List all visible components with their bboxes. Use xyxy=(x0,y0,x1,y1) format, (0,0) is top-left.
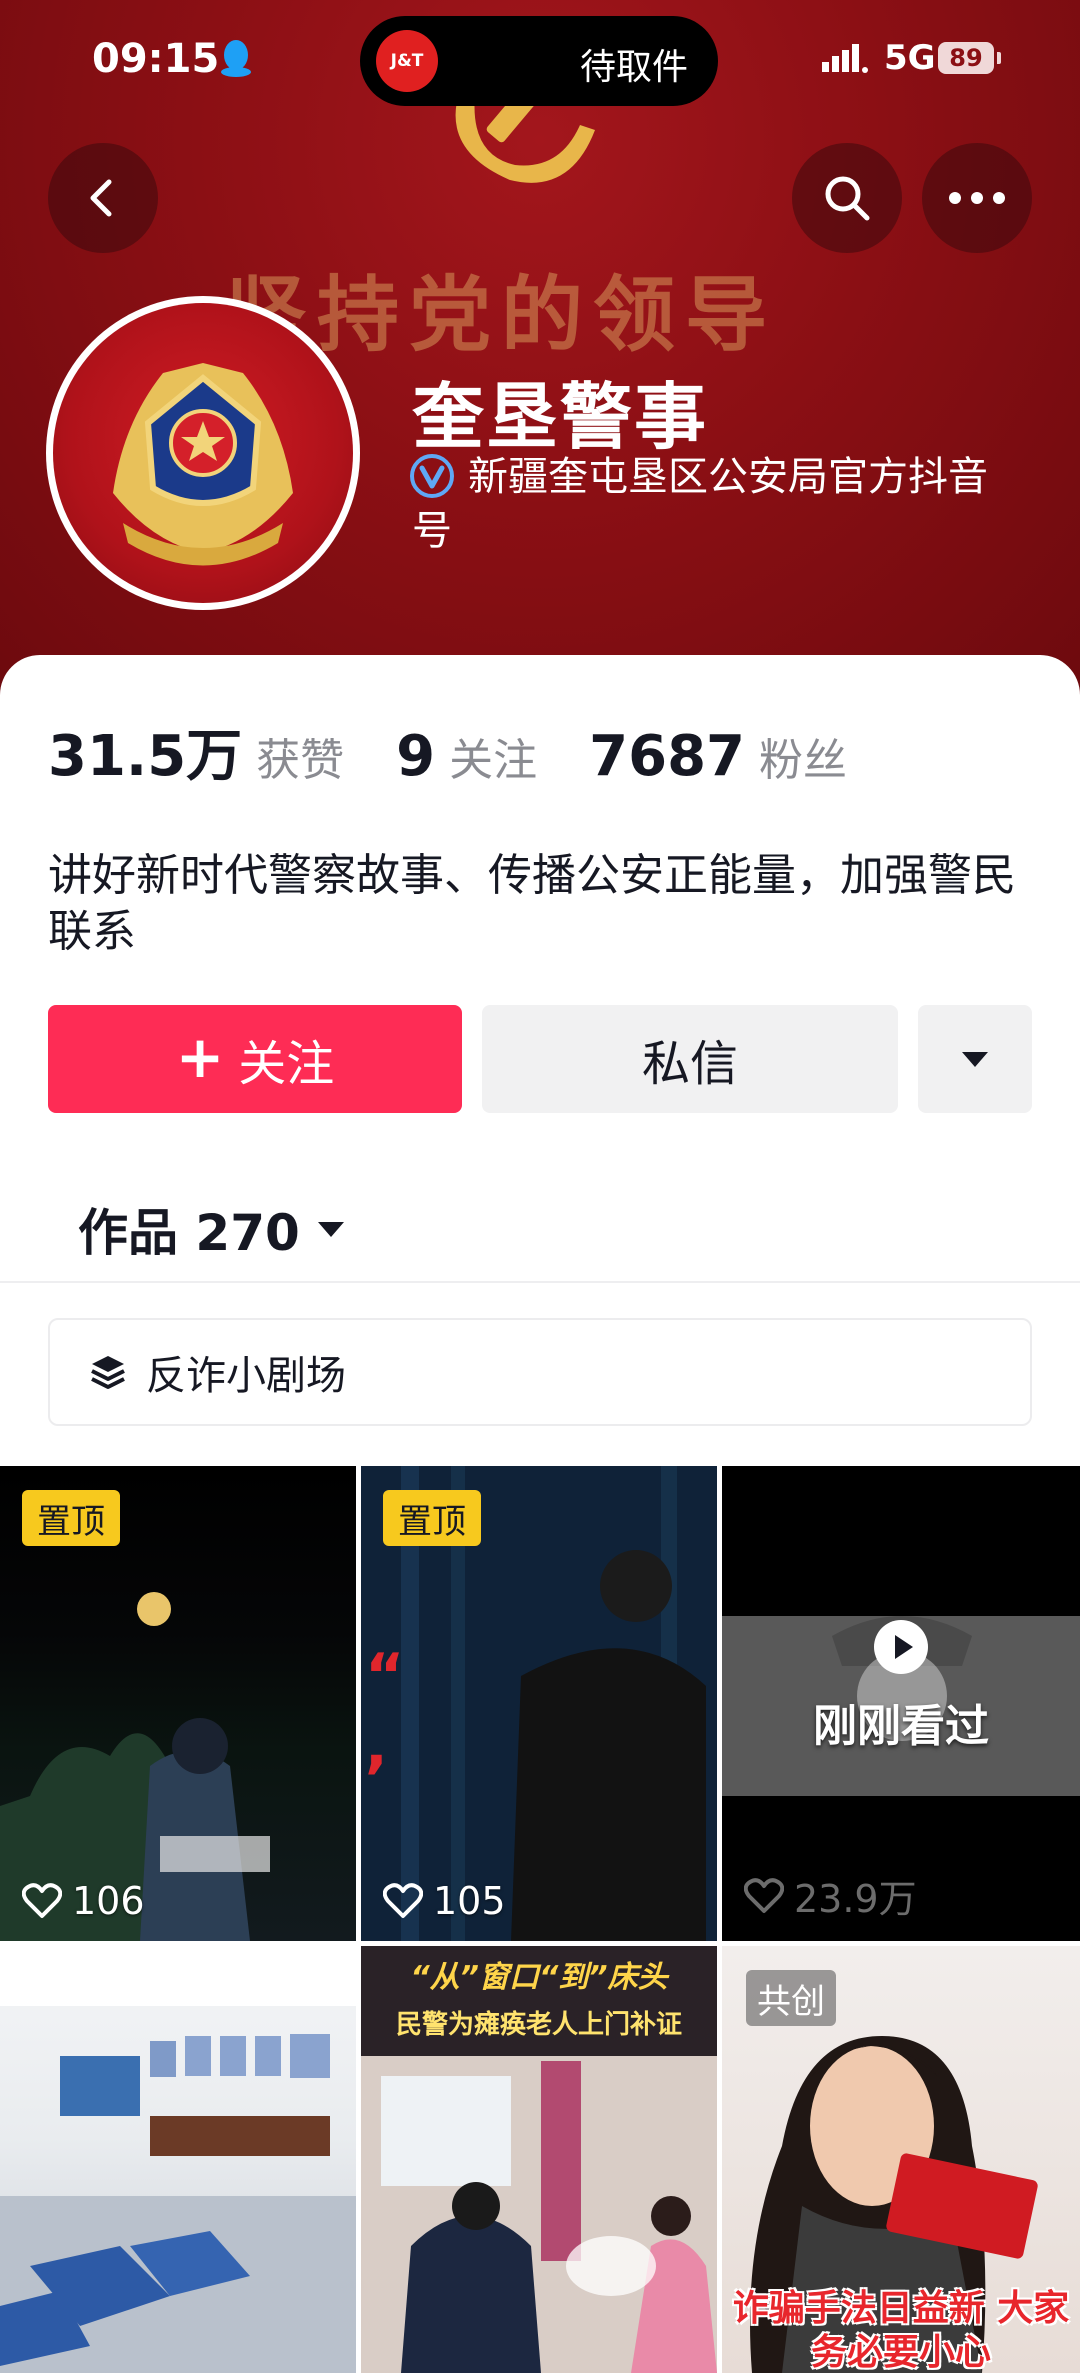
search-icon xyxy=(825,176,870,221)
followers-label[interactable]: 粉丝 xyxy=(759,724,847,788)
collection-entry[interactable]: 反诈小剧场 xyxy=(48,1318,1032,1426)
message-button[interactable]: 私信 xyxy=(482,1005,898,1113)
plus-icon: + xyxy=(175,1023,225,1091)
caret-down-icon xyxy=(962,1052,988,1067)
layers-icon xyxy=(91,1356,125,1389)
back-button[interactable] xyxy=(48,143,158,253)
collection-label: 反诈小剧场 xyxy=(146,1353,346,1399)
caret-down-icon xyxy=(317,1222,344,1237)
recommend-dropdown-button[interactable] xyxy=(918,1005,1032,1113)
co-create-badge: 共创 xyxy=(746,1970,836,2026)
verified-description: 新疆奎屯垦区公安局官方抖音号 xyxy=(412,454,988,554)
just-watched-label: 刚刚看过 xyxy=(813,1701,989,1752)
following-count[interactable]: 9 xyxy=(396,724,435,789)
video-likes: 23.9万 xyxy=(744,1868,917,1923)
following-label[interactable]: 关注 xyxy=(449,724,537,788)
battery-icon: 89 xyxy=(938,42,1001,74)
video-likes-count: 106 xyxy=(72,1879,145,1923)
search-button[interactable] xyxy=(792,143,902,253)
video-tile[interactable]: 共创 诈骗手法日益新 大家务必要小心 xyxy=(722,1946,1080,2373)
pinned-badge: 置顶 xyxy=(383,1490,481,1546)
tab-works[interactable]: 作品 270 xyxy=(78,1193,346,1265)
police-badge-image xyxy=(53,303,353,603)
pinned-badge: 置顶 xyxy=(22,1490,120,1546)
account-name: 奎垦警事 xyxy=(412,375,709,459)
profile-card: 31.5万 获赞 9 关注 7687 粉丝 讲好新时代警察故事、传播公安正能量，… xyxy=(0,655,1080,1465)
more-dots-icon xyxy=(949,192,1005,204)
video-tile[interactable]: “从”窗口“到”床头 民警为瘫痪老人上门补证 xyxy=(361,1946,717,2373)
follow-button[interactable]: + 关注 xyxy=(48,1005,462,1113)
video-caption: 诈骗手法日益新 大家务必要小心 xyxy=(732,2287,1070,2373)
qq-penguin-icon xyxy=(221,40,251,77)
likes-count[interactable]: 31.5万 xyxy=(48,711,242,792)
chevron-left-icon xyxy=(90,179,112,217)
avatar[interactable] xyxy=(46,296,360,610)
tab-divider xyxy=(0,1281,1080,1283)
video-tile[interactable]: 刚刚看过 23.9万 xyxy=(722,1466,1080,1941)
video-grid: 置顶 106 “ , 置顶 105 刚刚看过 23.9万 “从”窗口“到”床头 … xyxy=(0,1466,1080,2373)
video-tile[interactable] xyxy=(0,1946,356,2373)
just-watched-overlay: 刚刚看过 xyxy=(722,1618,1080,1754)
message-label: 私信 xyxy=(641,1036,738,1092)
heart-icon xyxy=(383,1883,423,1918)
island-status-text: 待取件 xyxy=(580,47,689,88)
svg-text:“: “ xyxy=(365,1641,404,1711)
video-likes-count: 23.9万 xyxy=(794,1877,917,1921)
video-likes: 105 xyxy=(383,1879,506,1923)
likes-label[interactable]: 获赞 xyxy=(256,724,344,788)
play-icon xyxy=(874,1620,928,1674)
followers-count[interactable]: 7687 xyxy=(589,724,745,789)
network-type: 5G xyxy=(884,38,936,78)
profile-stats: 31.5万 获赞 9 关注 7687 粉丝 xyxy=(48,711,899,792)
follow-label: 关注 xyxy=(238,1036,335,1092)
more-button[interactable] xyxy=(922,143,1032,253)
heart-icon xyxy=(744,1877,784,1913)
heart-icon xyxy=(22,1883,62,1918)
status-time: 09:15 xyxy=(92,36,220,82)
video-tile[interactable]: “ , 置顶 105 xyxy=(361,1466,717,1941)
police-emblem-icon xyxy=(113,363,293,566)
video-likes-count: 105 xyxy=(433,1879,506,1923)
jt-express-logo: J&T xyxy=(376,30,438,92)
svg-text:,: , xyxy=(365,1711,388,1781)
works-tab-label: 作品 270 xyxy=(78,1204,300,1262)
video-likes: 106 xyxy=(22,1879,145,1923)
dynamic-island[interactable]: J&T 待取件 xyxy=(360,16,718,106)
video-subtitle: 民警为瘫痪老人上门补证 xyxy=(395,2010,682,2040)
video-title: “从”窗口“到”床头 xyxy=(410,1960,668,1995)
signal-strength-icon xyxy=(822,44,868,73)
profile-bio: 讲好新时代警察故事、传播公安正能量，加强警民联系 xyxy=(48,850,1016,957)
video-tile[interactable]: 置顶 106 xyxy=(0,1466,356,1941)
service-hall-thumbnail xyxy=(0,1946,356,2373)
